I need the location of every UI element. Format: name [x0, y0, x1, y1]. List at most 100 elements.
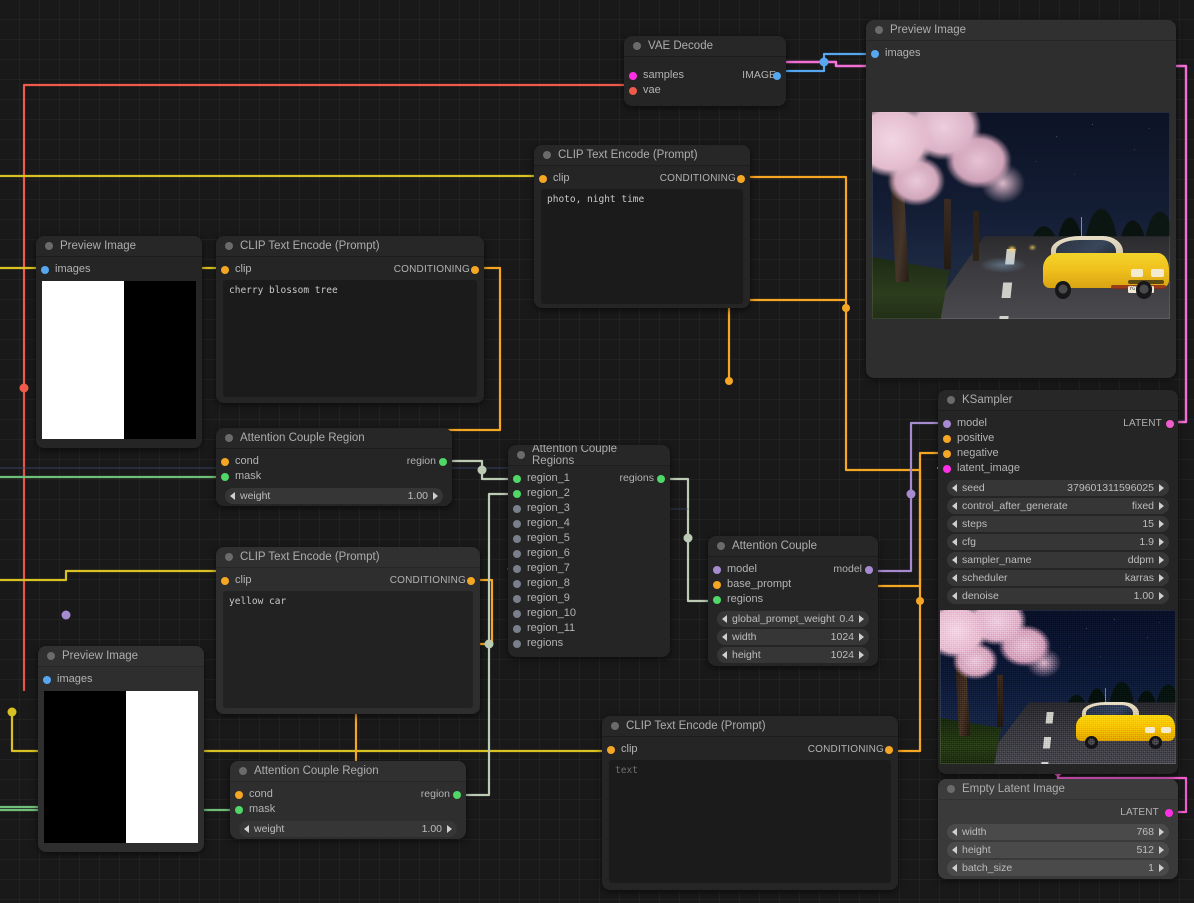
- preview-image-area[interactable]: YGT 1988: [872, 112, 1170, 319]
- conditioning-slot-dot-icon[interactable]: [467, 576, 475, 585]
- region-slot-dot-icon[interactable]: [513, 609, 521, 618]
- latent-slot-dot-icon[interactable]: [629, 71, 637, 80]
- input-slot-region-2[interactable]: region_2: [508, 486, 670, 501]
- input-slot-vae[interactable]: vae: [624, 83, 786, 98]
- decrement-arrow-icon[interactable]: [952, 864, 957, 872]
- conditioning-slot-dot-icon[interactable]: [737, 174, 745, 183]
- collapse-dot-icon[interactable]: [543, 151, 551, 159]
- node-empty-latent-image[interactable]: Empty Latent Image LATENT width 768 heig…: [938, 779, 1178, 879]
- mask-slot-dot-icon[interactable]: [235, 805, 243, 814]
- clip-slot-dot-icon[interactable]: [221, 576, 229, 585]
- widget-scheduler[interactable]: scheduler karras: [947, 570, 1169, 586]
- clip-slot-dot-icon[interactable]: [607, 745, 615, 754]
- widget-weight[interactable]: weight 1.00: [225, 488, 443, 504]
- collapse-dot-icon[interactable]: [717, 542, 725, 550]
- decrement-arrow-icon[interactable]: [722, 651, 727, 659]
- input-slot-negative[interactable]: negative: [938, 446, 1178, 461]
- decrement-arrow-icon[interactable]: [230, 492, 235, 500]
- widget-sampler-name[interactable]: sampler_name ddpm: [947, 552, 1169, 568]
- node-attention-couple-region-2[interactable]: Attention Couple Region cond region mask…: [230, 761, 466, 839]
- conditioning-slot-dot-icon[interactable]: [471, 265, 479, 274]
- decrement-arrow-icon[interactable]: [952, 538, 957, 546]
- region-slot-dot-icon[interactable]: [513, 489, 521, 498]
- increment-arrow-icon[interactable]: [1159, 538, 1164, 546]
- region-slot-dot-icon[interactable]: [513, 474, 521, 483]
- node-clip-text-encode-negative[interactable]: CLIP Text Encode (Prompt) clip CONDITION…: [602, 716, 898, 890]
- decrement-arrow-icon[interactable]: [952, 592, 957, 600]
- widget-width[interactable]: width 1024: [717, 629, 869, 645]
- input-slot-mask[interactable]: mask: [230, 802, 466, 817]
- conditioning-slot-dot-icon[interactable]: [235, 790, 243, 799]
- input-slot-regions[interactable]: regions: [508, 636, 670, 651]
- image-slot-dot-icon[interactable]: [871, 49, 879, 58]
- mask-slot-dot-icon[interactable]: [221, 472, 229, 481]
- input-slot-positive[interactable]: positive: [938, 431, 1178, 446]
- latent-slot-dot-icon[interactable]: [1165, 808, 1173, 817]
- input-slot-clip[interactable]: clip CONDITIONING: [216, 262, 484, 277]
- input-slot-region-5[interactable]: region_5: [508, 531, 670, 546]
- widget-value[interactable]: fixed: [1132, 500, 1154, 512]
- input-slot-region-8[interactable]: region_8: [508, 576, 670, 591]
- widget-value[interactable]: 1: [1148, 862, 1154, 874]
- input-slot-regions[interactable]: regions: [708, 592, 878, 607]
- widget-value[interactable]: 0.4: [839, 613, 854, 625]
- input-slot-region-11[interactable]: region_11: [508, 621, 670, 636]
- widget-control-after-generate[interactable]: control_after_generate fixed: [947, 498, 1169, 514]
- node-clip-text-encode-car[interactable]: CLIP Text Encode (Prompt) clip CONDITION…: [216, 547, 480, 714]
- node-title-bar[interactable]: CLIP Text Encode (Prompt): [216, 236, 484, 257]
- decrement-arrow-icon[interactable]: [952, 484, 957, 492]
- input-slot-model[interactable]: model model: [708, 562, 878, 577]
- input-slot-cond[interactable]: cond region: [216, 454, 452, 469]
- input-slot-region-9[interactable]: region_9: [508, 591, 670, 606]
- node-attention-couple-regions[interactable]: Attention Couple Regions region_1 region…: [508, 445, 670, 657]
- collapse-dot-icon[interactable]: [947, 396, 955, 404]
- mask-preview-image[interactable]: [42, 281, 196, 439]
- input-slot-region-10[interactable]: region_10: [508, 606, 670, 621]
- node-preview-image-mask-2[interactable]: Preview Image images: [38, 646, 204, 852]
- collapse-dot-icon[interactable]: [611, 722, 619, 730]
- region-slot-dot-icon[interactable]: [513, 624, 521, 633]
- input-slot-region-4[interactable]: region_4: [508, 516, 670, 531]
- prompt-textarea[interactable]: photo, night time: [541, 189, 743, 304]
- decrement-arrow-icon[interactable]: [952, 556, 957, 564]
- widget-value[interactable]: 512: [1136, 844, 1154, 856]
- graph-canvas[interactable]: VAE Decode samples IMAGE vae Preview Ima…: [0, 0, 1194, 903]
- node-vae-decode[interactable]: VAE Decode samples IMAGE vae: [624, 36, 786, 106]
- region-slot-dot-icon[interactable]: [513, 534, 521, 543]
- increment-arrow-icon[interactable]: [859, 615, 864, 623]
- widget-batch-size[interactable]: batch_size 1: [947, 860, 1169, 876]
- node-title-bar[interactable]: Preview Image: [866, 20, 1176, 41]
- input-slot-images[interactable]: images: [866, 46, 1176, 61]
- increment-arrow-icon[interactable]: [1159, 502, 1164, 510]
- prompt-textarea[interactable]: cherry blossom tree: [223, 280, 477, 397]
- latent-slot-dot-icon[interactable]: [943, 464, 951, 473]
- widget-value[interactable]: ddpm: [1128, 554, 1154, 566]
- collapse-dot-icon[interactable]: [225, 553, 233, 561]
- increment-arrow-icon[interactable]: [1159, 484, 1164, 492]
- decrement-arrow-icon[interactable]: [722, 633, 727, 641]
- widget-value[interactable]: 1024: [831, 649, 854, 661]
- node-preview-image-mask-1[interactable]: Preview Image images: [36, 236, 202, 448]
- increment-arrow-icon[interactable]: [447, 825, 452, 833]
- model-slot-dot-icon[interactable]: [713, 565, 721, 574]
- node-title-bar[interactable]: CLIP Text Encode (Prompt): [602, 716, 898, 737]
- collapse-dot-icon[interactable]: [875, 26, 883, 34]
- widget-height[interactable]: height 1024: [717, 647, 869, 663]
- image-slot-dot-icon[interactable]: [773, 71, 781, 80]
- node-title-bar[interactable]: Attention Couple Region: [230, 761, 466, 782]
- increment-arrow-icon[interactable]: [1159, 846, 1164, 854]
- node-title-bar[interactable]: CLIP Text Encode (Prompt): [534, 145, 750, 166]
- node-title-bar[interactable]: Empty Latent Image: [938, 779, 1178, 800]
- model-slot-dot-icon[interactable]: [865, 565, 873, 574]
- conditioning-slot-dot-icon[interactable]: [943, 449, 951, 458]
- prompt-textarea[interactable]: yellow car: [223, 591, 473, 708]
- increment-arrow-icon[interactable]: [1159, 864, 1164, 872]
- node-title-bar[interactable]: Attention Couple Regions: [508, 445, 670, 467]
- collapse-dot-icon[interactable]: [633, 42, 641, 50]
- input-slot-mask[interactable]: mask: [216, 469, 452, 484]
- input-slot-clip[interactable]: clip CONDITIONING: [602, 742, 898, 757]
- node-title-bar[interactable]: KSampler: [938, 390, 1178, 411]
- region-slot-dot-icon[interactable]: [513, 549, 521, 558]
- collapse-dot-icon[interactable]: [239, 767, 247, 775]
- node-attention-couple[interactable]: Attention Couple model model base_prompt…: [708, 536, 878, 666]
